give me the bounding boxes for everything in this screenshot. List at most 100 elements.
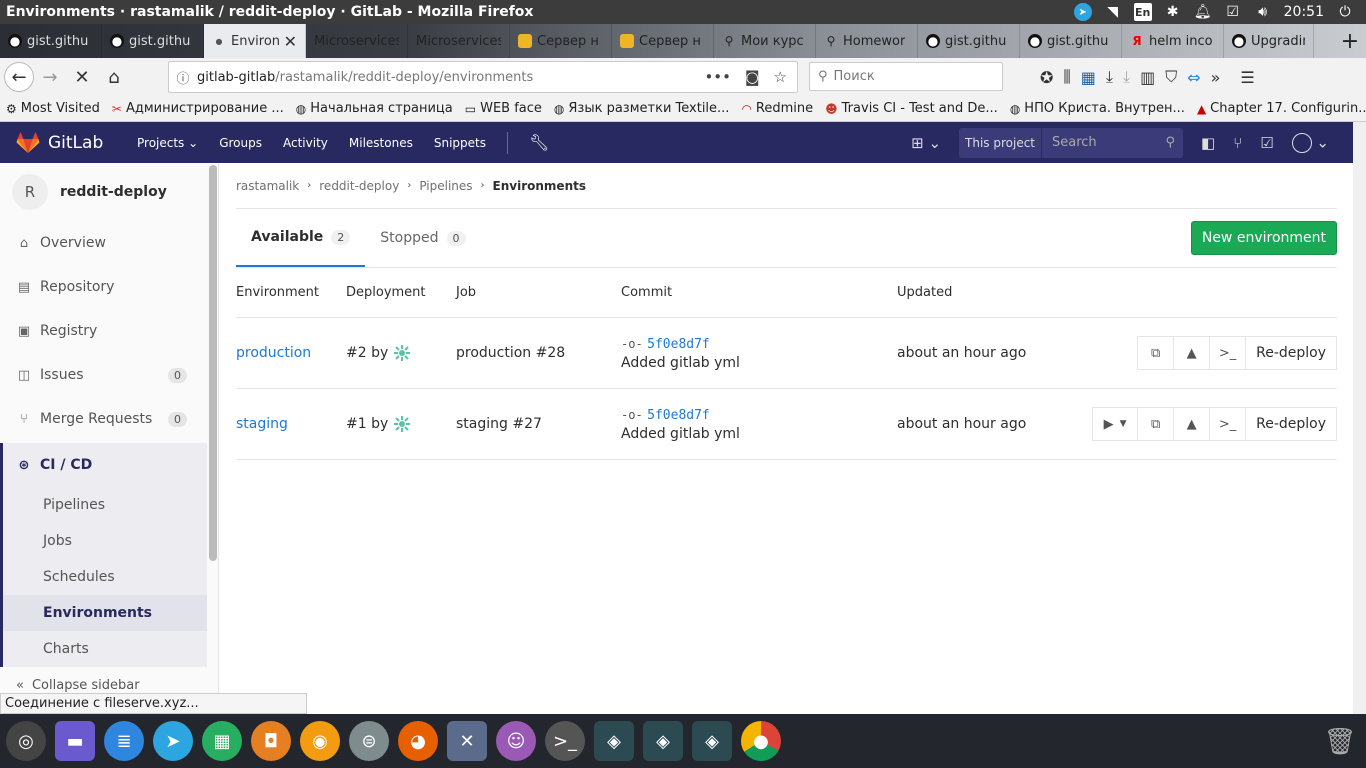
terminal-button[interactable]: >_ bbox=[1209, 407, 1247, 441]
terminal-icon[interactable]: >_ bbox=[545, 721, 585, 761]
issues-board-icon[interactable]: ◧ bbox=[1201, 134, 1215, 152]
ubuntu-icon[interactable]: ◎ bbox=[6, 721, 46, 761]
browser-tab[interactable]: ● Upgradin bbox=[1224, 24, 1314, 58]
browser-tab[interactable]: ⚲ Мои курс bbox=[714, 24, 816, 58]
settings-toggle-icon[interactable]: ⊜ bbox=[349, 721, 389, 761]
chrome-icon[interactable]: ● bbox=[741, 721, 781, 761]
new-dropdown-plus-icon[interactable]: ⊞ ⌄ bbox=[911, 134, 941, 152]
redeploy-button[interactable]: Re-deploy bbox=[1245, 336, 1337, 370]
browser-tab-active[interactable]: ● Environ ✕ bbox=[204, 24, 306, 58]
user-identicon[interactable] bbox=[393, 344, 411, 362]
browser-tab[interactable]: ● gist.githu bbox=[918, 24, 1020, 58]
sidebar-scrollbar[interactable] bbox=[209, 165, 217, 561]
telegram-tray-icon[interactable]: ➤ bbox=[1073, 3, 1092, 21]
remote-icon[interactable]: ◈ bbox=[594, 721, 634, 761]
user-avatar-menu[interactable]: ⌄ bbox=[1291, 132, 1329, 153]
back-button[interactable]: ← bbox=[4, 62, 34, 92]
download-icon[interactable]: ⤓ bbox=[1106, 67, 1113, 87]
breadcrumb-current[interactable]: Environments bbox=[493, 179, 586, 193]
shield-icon[interactable]: ⛉ bbox=[1165, 67, 1177, 87]
todo-check-icon[interactable]: ☑ bbox=[1260, 134, 1273, 152]
browser-tab[interactable]: ● gist.githu bbox=[102, 24, 204, 58]
bookmark-item[interactable]: ◠ Redmine bbox=[741, 101, 813, 116]
breadcrumb-link[interactable]: reddit-deploy bbox=[319, 179, 399, 193]
clock[interactable]: 20:51 bbox=[1284, 4, 1324, 20]
monitoring-button[interactable]: ▲ bbox=[1173, 336, 1211, 370]
redeploy-button[interactable]: Re-deploy bbox=[1245, 407, 1337, 441]
gitlab-logo[interactable]: GitLab bbox=[0, 131, 125, 154]
firefox-icon[interactable]: ◕ bbox=[398, 721, 438, 761]
sidebar-sub-pipelines[interactable]: Pipelines bbox=[0, 487, 207, 523]
gitlab-search-input[interactable]: Search ⚲ bbox=[1041, 127, 1183, 158]
notes-icon[interactable]: ≣ bbox=[104, 721, 144, 761]
sidebar-item-repository[interactable]: ▤ Repository bbox=[0, 265, 207, 309]
sidebar-item-registry[interactable]: ▣ Registry bbox=[0, 309, 207, 353]
screenshot-icon[interactable]: ◉ bbox=[300, 721, 340, 761]
chart-extension-icon[interactable]: ▦ bbox=[1081, 68, 1096, 87]
home-button[interactable]: ⌂ bbox=[98, 61, 130, 93]
page-actions-icon[interactable]: ••• bbox=[704, 68, 731, 86]
remote-icon[interactable]: ◈ bbox=[643, 721, 683, 761]
bookmark-item[interactable]: ◍ НПО Криста. Внутрен... bbox=[1010, 101, 1185, 116]
external-link-button[interactable]: ⧉ bbox=[1137, 336, 1175, 370]
notification-bell-icon[interactable]: 🔔︎ bbox=[1194, 3, 1212, 21]
close-tab-icon[interactable]: ✕ bbox=[284, 32, 297, 51]
browser-tab[interactable]: ● gist.githu bbox=[0, 24, 102, 58]
new-environment-button[interactable]: New environment bbox=[1190, 221, 1337, 255]
hamburger-menu-icon[interactable]: ☰ bbox=[1240, 68, 1254, 87]
spreadsheet-icon[interactable]: ▦ bbox=[202, 721, 242, 761]
image-viewer-icon[interactable]: ◘ bbox=[251, 721, 291, 761]
sidebar-sub-environments[interactable]: Environments bbox=[0, 595, 207, 631]
job-link[interactable]: production #28 bbox=[456, 345, 621, 361]
page-scrollbar[interactable] bbox=[1353, 122, 1366, 714]
browser-tab[interactable]: Сервер н bbox=[612, 24, 714, 58]
breadcrumb-link[interactable]: rastamalik bbox=[236, 179, 299, 193]
user-identicon[interactable] bbox=[393, 415, 411, 433]
telegram-icon[interactable]: ➤ bbox=[153, 721, 193, 761]
bookmark-item[interactable]: ▲ Chapter 17. Configurin... bbox=[1197, 101, 1366, 116]
xwindow-icon[interactable]: ✕ bbox=[447, 721, 487, 761]
nav-groups[interactable]: Groups bbox=[219, 136, 262, 150]
external-link-button[interactable]: ⧉ bbox=[1137, 407, 1175, 441]
sidebar-item-cicd[interactable]: ⊛ CI / CD bbox=[0, 443, 207, 487]
sidebar-sub-charts[interactable]: Charts bbox=[0, 631, 207, 667]
info-icon[interactable]: ⓘ bbox=[169, 68, 197, 87]
checkbox-tray-icon[interactable]: ☑ bbox=[1224, 3, 1242, 21]
bookmark-item[interactable]: ▭ WEB face bbox=[465, 101, 542, 116]
remote-icon[interactable]: ◈ bbox=[692, 721, 732, 761]
nav-projects[interactable]: Projects ⌄ bbox=[137, 136, 198, 150]
keyboard-layout-indicator[interactable]: En bbox=[1133, 3, 1152, 21]
collapse-sidebar-button[interactable]: «Collapse sidebar bbox=[16, 678, 140, 693]
browser-tab[interactable]: ⚲ Homewor bbox=[816, 24, 918, 58]
wifi-icon[interactable]: ◥ bbox=[1104, 3, 1122, 21]
browser-tab[interactable]: Microservices bbox=[408, 24, 510, 58]
browser-search-box[interactable]: ⚲ Поиск bbox=[809, 62, 1003, 91]
sidebar-sub-jobs[interactable]: Jobs bbox=[0, 523, 207, 559]
sidebar-item-overview[interactable]: ⌂ Overview bbox=[0, 221, 207, 265]
browser-tab[interactable]: Microservices bbox=[306, 24, 408, 58]
sidebar-icon[interactable]: ▥ bbox=[1140, 68, 1155, 87]
nav-activity[interactable]: Activity bbox=[283, 136, 328, 150]
forward-button[interactable]: → bbox=[34, 61, 66, 93]
merge-request-icon[interactable]: ⑂ bbox=[1233, 134, 1242, 152]
stop-button[interactable]: ✕ bbox=[66, 61, 98, 93]
pidgin-icon[interactable]: ☺ bbox=[496, 721, 536, 761]
commit-sha-link[interactable]: 5f0e8d7f bbox=[647, 408, 710, 423]
tab-stopped[interactable]: Stopped 0 bbox=[365, 209, 480, 267]
browser-tab[interactable]: Сервер н bbox=[510, 24, 612, 58]
tab-available[interactable]: Available 2 bbox=[236, 209, 366, 267]
nav-snippets[interactable]: Snippets bbox=[434, 136, 486, 150]
sidebar-sub-schedules[interactable]: Schedules bbox=[0, 559, 207, 595]
job-link[interactable]: staging #27 bbox=[456, 416, 621, 432]
bookmark-item[interactable]: ◍ Язык разметки Textile... bbox=[554, 101, 730, 116]
bookmark-star-icon[interactable]: ☆ bbox=[774, 68, 787, 86]
environment-link[interactable]: production bbox=[236, 345, 311, 361]
trash-icon[interactable]: 🗑︎ bbox=[1322, 722, 1358, 762]
bluetooth-icon[interactable]: ✱ bbox=[1164, 3, 1182, 21]
library-icon[interactable]: ⫼ bbox=[1063, 67, 1070, 87]
bookmark-item[interactable]: ☻ Travis CI - Test and De... bbox=[825, 101, 998, 116]
overflow-chevron-icon[interactable]: » bbox=[1211, 68, 1221, 87]
files-icon[interactable]: ▬ bbox=[55, 721, 95, 761]
sidebar-item-issues[interactable]: ◫ Issues 0 bbox=[0, 353, 207, 397]
commit-message[interactable]: Added gitlab yml bbox=[621, 355, 897, 371]
